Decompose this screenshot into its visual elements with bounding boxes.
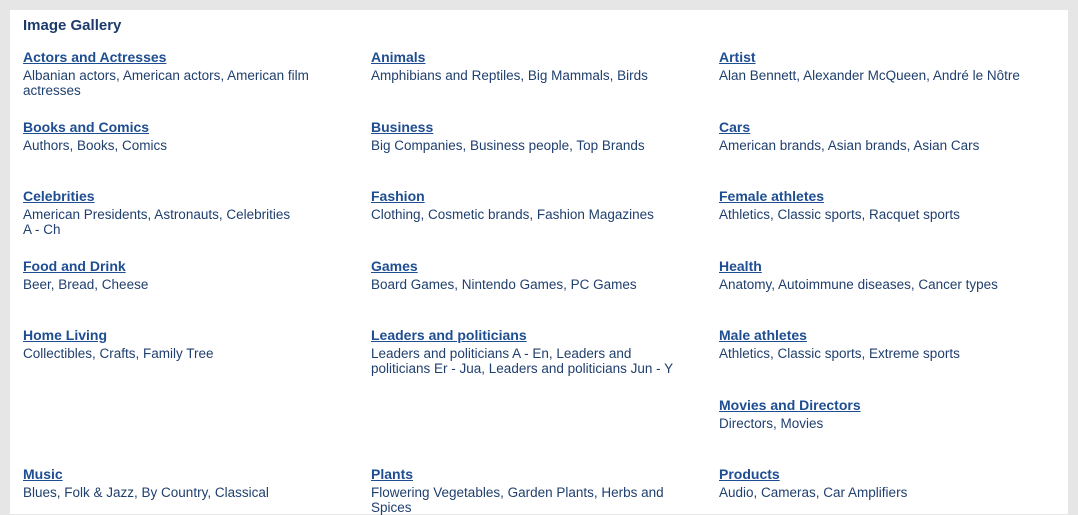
category-male-athletes: Male athletes Athletics, Classic sports,…: [719, 327, 1039, 361]
category-health: Health Anatomy, Autoimmune diseases, Can…: [719, 258, 1039, 292]
category-link-fashion[interactable]: Fashion: [371, 189, 425, 203]
category-items: Collectibles, Crafts, Family Tree: [23, 346, 214, 361]
category-actors-and-actresses: Actors and Actresses Albanian actors, Am…: [23, 49, 343, 98]
category-items: Big Companies, Business people, Top Bran…: [371, 138, 645, 153]
category-items: Albanian actors, American actors, Americ…: [23, 68, 309, 98]
category-food-and-drink: Food and Drink Beer, Bread, Cheese: [23, 258, 343, 292]
gallery-panel: Image Gallery Actors and Actresses Alban…: [10, 10, 1068, 515]
category-items: Blues, Folk & Jazz, By Country, Classica…: [23, 485, 269, 500]
category-link-music[interactable]: Music: [23, 467, 63, 481]
category-link-female-athletes[interactable]: Female athletes: [719, 189, 824, 203]
category-business: Business Big Companies, Business people,…: [371, 119, 691, 153]
category-artist: Artist Alan Bennett, Alexander McQueen, …: [719, 49, 1039, 83]
category-items: Audio, Cameras, Car Amplifiers: [719, 485, 908, 500]
category-link-plants[interactable]: Plants: [371, 467, 413, 481]
category-link-food-and-drink[interactable]: Food and Drink: [23, 259, 126, 273]
category-items: Flowering Vegetables, Garden Plants, Her…: [371, 485, 664, 515]
category-link-movies-and-directors[interactable]: Movies and Directors: [719, 398, 861, 412]
category-items: Leaders and politicians A - En, Leaders …: [371, 346, 674, 376]
category-link-artist[interactable]: Artist: [719, 50, 756, 64]
category-link-animals[interactable]: Animals: [371, 50, 425, 64]
category-items: Anatomy, Autoimmune diseases, Cancer typ…: [719, 277, 998, 292]
category-items: Clothing, Cosmetic brands, Fashion Magaz…: [371, 207, 654, 222]
category-link-games[interactable]: Games: [371, 259, 418, 273]
category-items: Athletics, Classic sports, Racquet sport…: [719, 207, 960, 222]
category-link-leaders-and-politicians[interactable]: Leaders and politicians: [371, 328, 527, 342]
category-items: Amphibians and Reptiles, Big Mammals, Bi…: [371, 68, 648, 83]
category-leaders-and-politicians: Leaders and politicians Leaders and poli…: [371, 327, 691, 376]
category-celebrities: Celebrities American Presidents, Astrona…: [23, 188, 343, 237]
category-link-celebrities[interactable]: Celebrities: [23, 189, 95, 203]
category-link-books-and-comics[interactable]: Books and Comics: [23, 120, 149, 134]
category-music: Music Blues, Folk & Jazz, By Country, Cl…: [23, 466, 343, 500]
page-title: Image Gallery: [23, 17, 122, 34]
category-plants: Plants Flowering Vegetables, Garden Plan…: [371, 466, 691, 515]
category-link-health[interactable]: Health: [719, 259, 762, 273]
category-link-business[interactable]: Business: [371, 120, 433, 134]
category-fashion: Fashion Clothing, Cosmetic brands, Fashi…: [371, 188, 691, 222]
category-items: Board Games, Nintendo Games, PC Games: [371, 277, 637, 292]
category-items: Directors, Movies: [719, 416, 824, 431]
category-link-male-athletes[interactable]: Male athletes: [719, 328, 807, 342]
category-items: American brands, Asian brands, Asian Car…: [719, 138, 980, 153]
category-games: Games Board Games, Nintendo Games, PC Ga…: [371, 258, 691, 292]
category-items: Beer, Bread, Cheese: [23, 277, 149, 292]
category-products: Products Audio, Cameras, Car Amplifiers: [719, 466, 1039, 500]
category-link-home-living[interactable]: Home Living: [23, 328, 107, 342]
category-items: Authors, Books, Comics: [23, 138, 168, 153]
category-home-living: Home Living Collectibles, Crafts, Family…: [23, 327, 343, 361]
category-movies-and-directors: Movies and Directors Directors, Movies: [719, 397, 1039, 431]
category-female-athletes: Female athletes Athletics, Classic sport…: [719, 188, 1039, 222]
category-animals: Animals Amphibians and Reptiles, Big Mam…: [371, 49, 691, 83]
category-books-and-comics: Books and Comics Authors, Books, Comics: [23, 119, 343, 153]
category-link-actors-and-actresses[interactable]: Actors and Actresses: [23, 50, 166, 64]
category-items: Alan Bennett, Alexander McQueen, André l…: [719, 68, 1020, 83]
category-items: American Presidents, Astronauts, Celebri…: [23, 207, 291, 237]
category-link-cars[interactable]: Cars: [719, 120, 750, 134]
category-items: Athletics, Classic sports, Extreme sport…: [719, 346, 960, 361]
category-link-products[interactable]: Products: [719, 467, 780, 481]
category-cars: Cars American brands, Asian brands, Asia…: [719, 119, 1039, 153]
